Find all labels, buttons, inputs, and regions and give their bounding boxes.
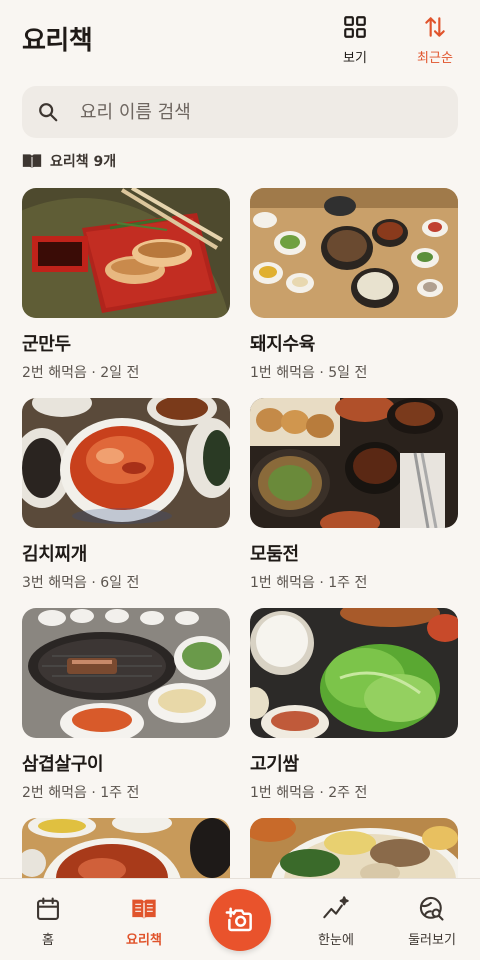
- recipe-meta: 3번 해먹음 · 6일 전: [22, 575, 140, 591]
- kimchi-stew-photo: [22, 398, 230, 528]
- recipe-title: 고기쌈: [250, 754, 299, 775]
- recipe-photo: [22, 608, 230, 738]
- recipe-photo: [22, 398, 230, 528]
- globe-search-icon: [419, 896, 444, 921]
- recipe-photo: [22, 818, 230, 878]
- recipe-title: 군만두: [22, 334, 71, 355]
- recipe-photo: [22, 188, 230, 318]
- nav-cookbook[interactable]: 요리책: [104, 895, 184, 948]
- nav-cookbook-label: 요리책: [126, 933, 162, 948]
- search-input[interactable]: [80, 101, 420, 123]
- sort-arrows-icon: [425, 17, 445, 37]
- recipe-photo: [250, 608, 458, 738]
- sort-label: 최근순: [417, 51, 453, 66]
- recipe-card[interactable]: [250, 818, 458, 878]
- add-camera-icon: [225, 907, 252, 932]
- recipe-card[interactable]: 김치찌개 3번 해먹음 · 6일 전: [22, 398, 230, 592]
- recipe-title: 모둠전: [250, 544, 299, 565]
- recipe-card[interactable]: 돼지수육 1번 해먹음 · 5일 전: [250, 188, 458, 382]
- view-label: 보기: [343, 51, 367, 66]
- recipe-meta: 1번 해먹음 · 1주 전: [250, 575, 368, 591]
- search-bar[interactable]: [22, 86, 458, 138]
- recipe-card[interactable]: 모둠전 1번 해먹음 · 1주 전: [250, 398, 458, 592]
- book-icon: [132, 899, 156, 919]
- stir-fry-photo: [22, 818, 230, 878]
- bottom-nav: 홈 요리책 한눈에 둘러보기: [0, 878, 480, 960]
- nav-glance[interactable]: 한눈에: [296, 895, 376, 948]
- sort-button[interactable]: 최근순: [405, 12, 465, 68]
- nav-glance-label: 한눈에: [318, 933, 354, 948]
- nav-explore[interactable]: 둘러보기: [392, 895, 472, 948]
- fried-dumplings-photo: [22, 188, 230, 318]
- recipe-card[interactable]: 삼겹살구이 2번 해먹음 · 1주 전: [22, 608, 230, 802]
- collection-count: 요리책 9개: [22, 150, 116, 172]
- bibimbap-photo: [250, 818, 458, 878]
- pancake-platter-photo: [250, 398, 458, 528]
- recipe-card[interactable]: 고기쌈 1번 해먹음 · 2주 전: [250, 608, 458, 802]
- recipe-meta: 2번 해먹음 · 2일 전: [22, 365, 140, 381]
- calendar-icon: [37, 897, 59, 920]
- recipe-photo: [250, 188, 458, 318]
- recipe-meta: 1번 해먹음 · 2주 전: [250, 785, 368, 801]
- book-open-icon: [22, 154, 42, 169]
- search-icon: [39, 103, 58, 122]
- nav-explore-label: 둘러보기: [408, 933, 456, 948]
- view-toggle-button[interactable]: 보기: [325, 12, 385, 68]
- pork-belly-grill-photo: [22, 608, 230, 738]
- page-title: 요리책: [22, 26, 93, 56]
- recipe-meta: 2번 해먹음 · 1주 전: [22, 785, 140, 801]
- recipe-card[interactable]: [22, 818, 230, 878]
- app-header: 요리책 보기 최근순: [0, 0, 480, 80]
- recipe-photo: [250, 818, 458, 878]
- sparkle-chart-icon: [323, 896, 349, 919]
- collection-count-label: 요리책 9개: [50, 154, 117, 170]
- recipe-card[interactable]: 군만두 2번 해먹음 · 2일 전: [22, 188, 230, 382]
- nav-home-label: 홈: [42, 933, 54, 948]
- recipe-title: 돼지수육: [250, 334, 316, 355]
- recipe-title: 삼겹살구이: [22, 754, 104, 775]
- add-recipe-camera-button[interactable]: [209, 889, 271, 951]
- lettuce-wrap-photo: [250, 608, 458, 738]
- recipe-meta: 1번 해먹음 · 5일 전: [250, 365, 368, 381]
- nav-home[interactable]: 홈: [8, 895, 88, 948]
- recipe-photo: [250, 398, 458, 528]
- recipe-grid: 군만두 2번 해먹음 · 2일 전 돼지수육 1번 해먹음 · 5일 전 김치찌…: [22, 188, 458, 878]
- grid-icon: [344, 16, 366, 38]
- pork-table-photo: [250, 188, 458, 318]
- recipe-title: 김치찌개: [22, 544, 88, 565]
